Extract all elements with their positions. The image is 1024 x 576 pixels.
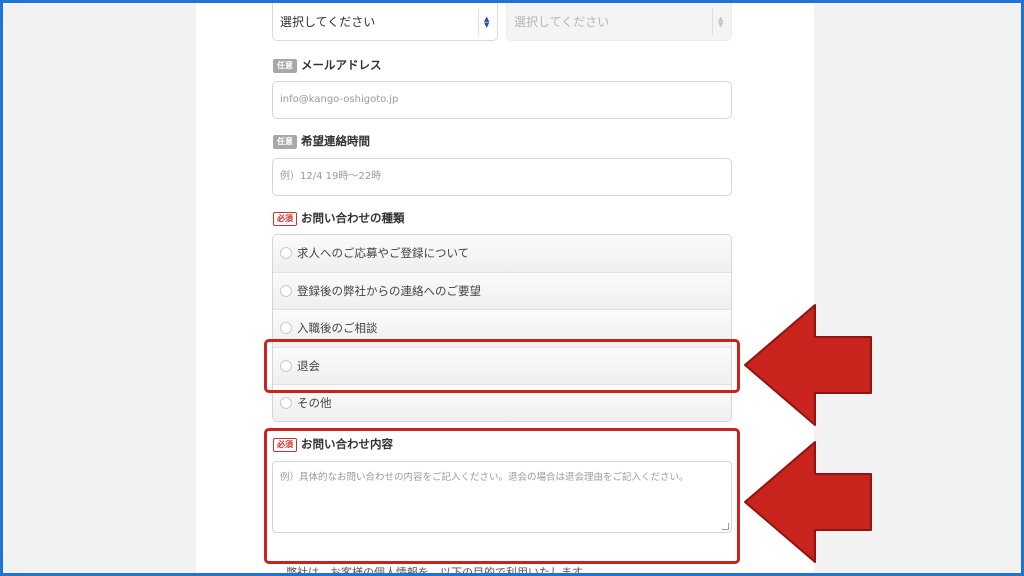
select-field-2[interactable]: 選択してください ▲ ▼ xyxy=(506,3,732,41)
select-field-1[interactable]: 選択してください ▲ ▼ xyxy=(272,3,498,41)
arrow-left-icon xyxy=(744,441,872,563)
radio-option-label: その他 xyxy=(297,396,332,411)
select-value: 選択してください xyxy=(280,15,376,29)
screenshot-frame: 選択してください ▲ ▼ 選択してください ▲ ▼ 任意 メールアドレス info@k… xyxy=(0,0,1024,576)
radio-option[interactable]: 登録後の弊社からの連絡へのご要望 xyxy=(273,272,731,311)
contact-time-label-text: 希望連絡時間 xyxy=(301,134,370,148)
radio-circle-icon[interactable] xyxy=(280,397,292,410)
radio-circle-icon[interactable] xyxy=(280,247,292,259)
inquiry-type-radio-group: 求人へのご応募やご登録について 登録後の弊社からの連絡へのご要望 入職後のご相談… xyxy=(272,234,732,422)
radio-option[interactable]: 求人へのご応募やご登録について xyxy=(273,235,731,273)
radio-circle-icon[interactable] xyxy=(280,322,292,335)
optional-badge: 任意 xyxy=(273,134,297,149)
arrow-left-icon xyxy=(744,304,872,426)
email-placeholder: info@kango-oshigoto.jp xyxy=(280,94,399,105)
radio-option-label: 登録後の弊社からの連絡へのご要望 xyxy=(297,283,481,298)
highlight-box-withdraw xyxy=(264,339,740,393)
contact-time-placeholder: 例）12/4 19時〜22時 xyxy=(280,171,382,182)
radio-option-label: 入職後のご相談 xyxy=(297,321,378,336)
email-field[interactable]: info@kango-oshigoto.jp xyxy=(272,81,732,119)
privacy-note: 弊社は、お客様の個人情報を、以下の目的で利用いたします。 xyxy=(286,566,593,576)
inquiry-type-label-text: お問い合わせの種類 xyxy=(301,211,405,225)
radio-option-label: 求人へのご応募やご登録について xyxy=(297,246,470,260)
optional-badge: 任意 xyxy=(273,58,297,73)
contact-time-field[interactable]: 例）12/4 19時〜22時 xyxy=(272,158,732,196)
select-arrows-icon: ▲ ▼ xyxy=(478,9,497,35)
select-arrows-icon: ▲ ▼ xyxy=(712,9,731,35)
required-badge: 必須 xyxy=(273,211,297,226)
radio-circle-icon[interactable] xyxy=(280,284,292,297)
contact-time-label: 任意 希望連絡時間 xyxy=(273,133,370,149)
inquiry-type-label: 必須 お問い合わせの種類 xyxy=(273,210,405,226)
email-label-text: メールアドレス xyxy=(301,58,382,72)
email-label: 任意 メールアドレス xyxy=(273,57,382,73)
select-value: 選択してください xyxy=(514,15,610,29)
highlight-box-content xyxy=(264,428,740,564)
